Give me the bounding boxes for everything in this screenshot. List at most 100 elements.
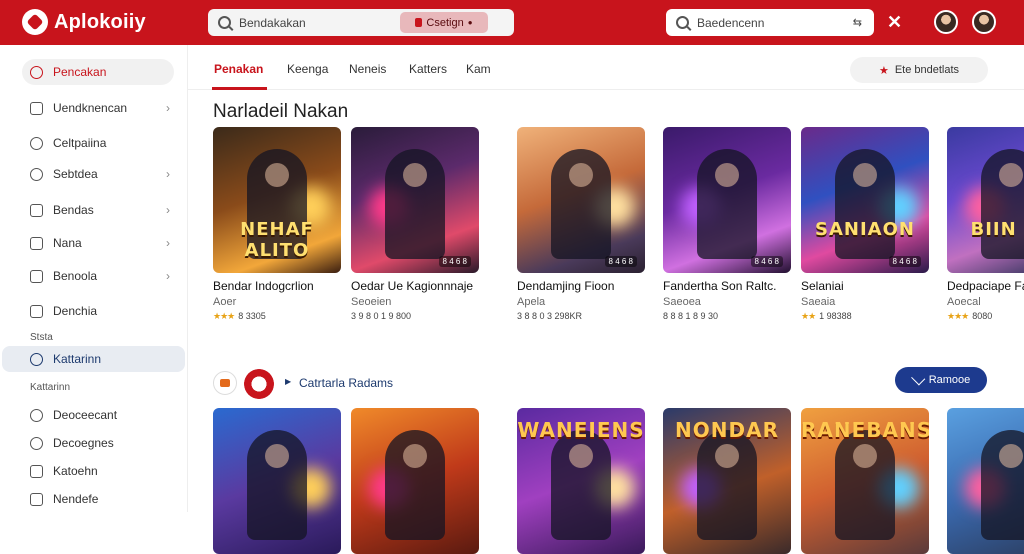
box-icon (30, 304, 43, 318)
rating-text: 8 3305 (238, 311, 266, 321)
logo-icon (22, 9, 48, 35)
rating-text: 8080 (972, 311, 993, 321)
game-thumbnail[interactable]: WANEIENS (517, 408, 645, 554)
game-subtitle: Aoecal (947, 296, 981, 308)
sidebar-item-highlighted[interactable]: Kattarinn (2, 346, 185, 372)
sidebar-item-label: Nendefe (53, 492, 99, 506)
game-thumbnail[interactable]: 8 4 6 8 (663, 127, 791, 273)
sidebar-item-label: Nana (53, 236, 82, 250)
star-rating-icon: ★★★ (947, 311, 969, 321)
game-title[interactable]: Oedar Ue Kagionnnaje (351, 279, 479, 293)
search-icon (218, 16, 231, 29)
chevron-right-icon: › (166, 236, 170, 250)
row2-header: ▶ Catrtarla Radams Ramooe (213, 367, 987, 399)
sidebar-item-9[interactable]: Decoegnes (22, 430, 174, 456)
target-icon (30, 352, 43, 366)
tab-3[interactable]: Katters (409, 62, 447, 76)
game-thumbnail[interactable] (213, 408, 341, 554)
sidebar-item-6[interactable]: Benoola › (22, 263, 174, 289)
sidebar-item-5[interactable]: Nana › (22, 230, 174, 256)
record-icon[interactable] (244, 369, 274, 399)
game-rating: 3 8 8 0 3 298KR (517, 311, 645, 321)
sidebar-item-10[interactable]: Katoehn (22, 458, 174, 484)
tab-1[interactable]: Keenga (287, 62, 328, 76)
caret-right-icon: ▶ (285, 377, 292, 386)
search-value: Bendakakan (239, 15, 306, 30)
more-button[interactable]: Ramooe (895, 367, 987, 393)
sidebar-item-8[interactable]: Deoceecant (22, 402, 174, 428)
game-card[interactable] (213, 408, 341, 554)
game-card[interactable]: 8 4 6 8 Fandertha Son Raltc. Saeoea 8 8 8 1… (663, 127, 791, 321)
star-rating-icon: ★★★ (213, 311, 235, 321)
rating-text: 1 98388 (819, 311, 852, 321)
sidebar-item-2[interactable]: Celtpaiina (22, 130, 174, 156)
game-card[interactable]: WANEIENS (517, 408, 645, 554)
tab-0[interactable]: Penakan (214, 62, 263, 76)
chevron-right-icon: › (166, 203, 170, 217)
star-icon: ★ (878, 64, 889, 77)
logo[interactable]: Aplokoiiy (22, 9, 146, 35)
game-card[interactable]: 8 4 6 8 Oedar Ue Kagionnnaje Seoeien 3 9 8 … (351, 127, 479, 321)
sidebar-item-label: Sebtdea (53, 167, 98, 181)
sidebar-item-11[interactable]: Nendefe (22, 486, 174, 512)
chevron-right-icon: › (166, 167, 170, 181)
category-icon[interactable] (213, 371, 237, 395)
row2-title[interactable]: Catrtarla Radams (299, 376, 393, 390)
chat-icon (30, 408, 43, 422)
sidebar-item-7[interactable]: Denchia (22, 298, 174, 324)
game-card[interactable]: BIIN FC Dedpaciape Fa Aoecal ★★★8080 (947, 127, 1024, 322)
game-subtitle: Saeaia (801, 296, 836, 308)
clock-icon (30, 167, 43, 181)
game-title[interactable]: Fandertha Son Raltc. (663, 279, 791, 293)
folder-icon (30, 236, 43, 250)
game-thumbnail[interactable]: 8 4 6 8 (517, 127, 645, 273)
game-logo-text: SANIAON (815, 219, 915, 240)
avatar-secondary[interactable] (972, 10, 996, 34)
game-thumbnail[interactable]: NEHAF ALITO (213, 127, 341, 273)
game-thumbnail[interactable]: RANEBANS (801, 408, 929, 554)
thumbnail-badge: 8 4 6 8 (750, 256, 783, 267)
character-figure (697, 149, 757, 259)
game-card[interactable]: NEHAF ALITO Bendar Indogcrlion Aoer ★★★ 8 33… (213, 127, 341, 322)
sidebar-item-label: Kattarinn (53, 352, 102, 366)
game-subtitle: Saeoea (663, 296, 701, 308)
filter-button[interactable]: ★ Ete bndetlats (850, 57, 988, 83)
secondary-search-input[interactable]: Baedencenn ⇆ (666, 9, 874, 36)
game-card[interactable]: SANIAON 8 4 6 8 Selaniai Saeaia ★★ 1 98388 (801, 127, 929, 322)
top-bar: Aplokoiiy Bendakakan Csetign ● Baedencen… (0, 0, 1024, 45)
sidebar-item-label: Bendas (53, 203, 94, 217)
secondary-search-value: Baedencenn (697, 15, 765, 30)
tools-icon[interactable]: ✕ (887, 12, 902, 33)
sidebar-item-4[interactable]: Bendas › (22, 197, 174, 223)
game-title[interactable]: Dedpaciape Fa (947, 279, 1024, 293)
sidebar-item-label: Benoola (53, 269, 98, 283)
game-title[interactable]: Bendar Indogcrlion (213, 279, 341, 293)
dot-icon: ● (467, 18, 473, 27)
game-card[interactable] (351, 408, 479, 554)
game-thumbnail[interactable] (351, 408, 479, 554)
game-card[interactable]: NONDAR (663, 408, 791, 554)
game-thumbnail[interactable] (947, 408, 1024, 554)
rating-text: 8 8 8 1 8 9 30 (663, 311, 719, 321)
game-title[interactable]: Selaniai (801, 279, 929, 293)
tab-4[interactable]: Kam (466, 62, 491, 76)
game-card[interactable]: 8 4 6 8 Dendamjing Fioon Apela 3 8 8 0 3 29… (517, 127, 645, 321)
box-icon (30, 269, 43, 283)
tab-2[interactable]: Neneis (349, 62, 386, 76)
game-thumbnail[interactable]: NONDAR (663, 408, 791, 554)
rating-text: 3 8 8 0 3 298KR (517, 311, 583, 321)
sidebar-item-home[interactable]: Pencakan (22, 59, 174, 85)
game-thumbnail[interactable]: BIIN FC (947, 127, 1024, 273)
game-title[interactable]: Dendamjing Fioon (517, 279, 645, 293)
game-card[interactable] (947, 408, 1024, 554)
sidebar-item-3[interactable]: Sebtdea › (22, 161, 174, 187)
search-filter-button[interactable]: Csetign ● (400, 12, 488, 33)
shuffle-icon[interactable]: ⇆ (853, 16, 862, 29)
game-thumbnail[interactable]: SANIAON 8 4 6 8 (801, 127, 929, 273)
thumbnail-badge: 8 4 6 8 (604, 256, 637, 267)
avatar[interactable] (934, 10, 958, 34)
game-thumbnail[interactable]: 8 4 6 8 (351, 127, 479, 273)
game-card[interactable]: RANEBANS (801, 408, 929, 554)
thumbnail-badge: 8 4 6 8 (438, 256, 471, 267)
sidebar-item-1[interactable]: Uendknencan › (22, 95, 174, 121)
